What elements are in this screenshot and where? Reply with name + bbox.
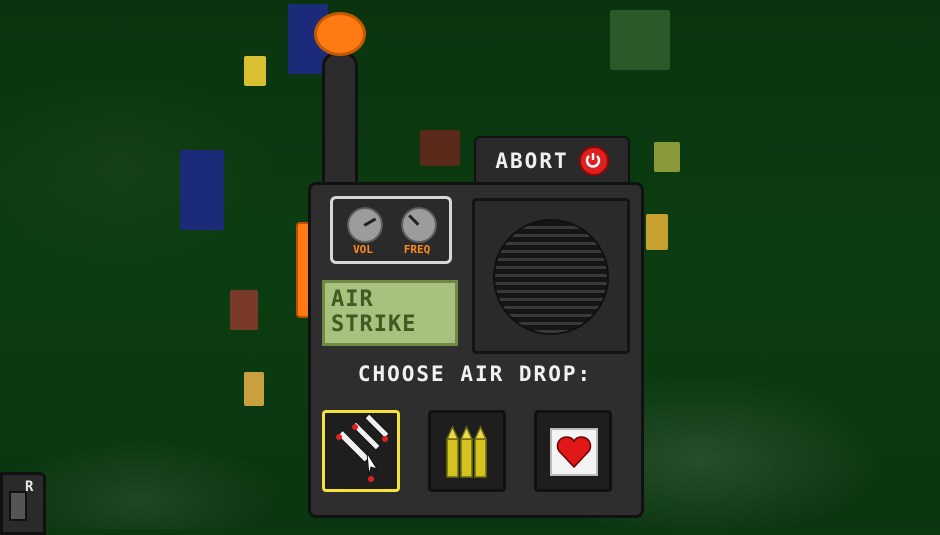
- soldier-sprite: [654, 142, 680, 172]
- frequency-knob[interactable]: [401, 207, 437, 243]
- abort-button[interactable]: ABORT: [474, 136, 630, 186]
- heart-icon: [550, 428, 598, 476]
- zombie-sprite: [420, 130, 460, 166]
- volume-label: VOL: [353, 243, 373, 256]
- lcd-line-1: AIR: [331, 287, 374, 312]
- lcd-display: AIR STRIKE: [322, 280, 458, 346]
- volume-knob[interactable]: [347, 207, 383, 243]
- power-icon: [578, 146, 609, 176]
- soldier-sprite: [244, 372, 264, 406]
- radio-shortcut-button[interactable]: R: [0, 472, 46, 535]
- missiles-icon: [336, 413, 390, 482]
- ammo-drop-button[interactable]: [428, 410, 506, 492]
- choose-air-drop-label: CHOOSE AIR DROP:: [357, 362, 593, 386]
- frequency-label: FREQ: [403, 243, 431, 256]
- speaker-box: [472, 198, 630, 354]
- radio-antenna: [322, 52, 358, 198]
- antenna-tip: [314, 12, 366, 56]
- health-drop-button[interactable]: [534, 410, 612, 492]
- knob-panel: VOL FREQ: [330, 196, 452, 264]
- shortcut-key-label: R: [25, 479, 34, 495]
- radio-icon: [9, 491, 27, 521]
- bullets-icon: [445, 425, 488, 478]
- speaker-grille: [493, 219, 609, 335]
- soldier-sprite: [646, 214, 668, 250]
- soldier-sprite: [244, 56, 266, 86]
- zombie-sprite: [180, 150, 224, 230]
- zombie-sprite: [230, 290, 258, 330]
- air-strike-button[interactable]: [322, 410, 400, 492]
- lcd-line-2: STRIKE: [331, 312, 417, 337]
- abort-label: ABORT: [495, 149, 569, 173]
- zombie-sprite: [610, 10, 670, 70]
